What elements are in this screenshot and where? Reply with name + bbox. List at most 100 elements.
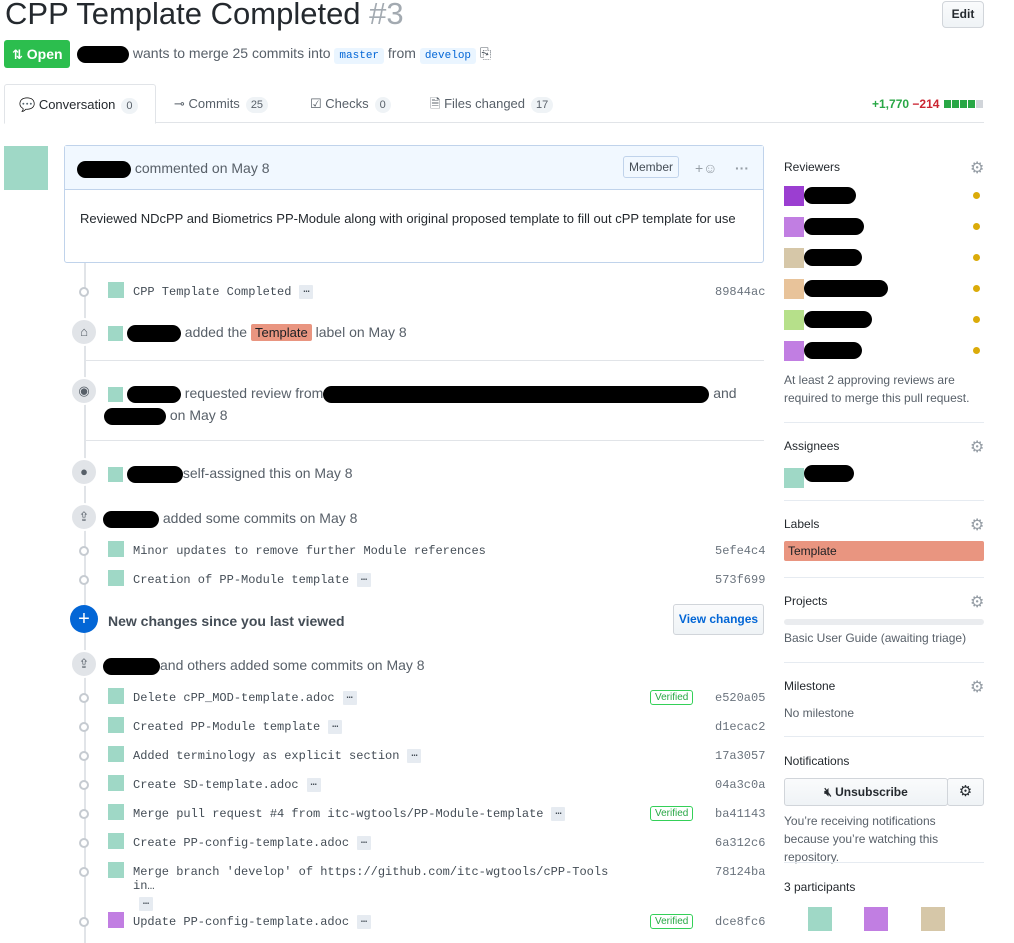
commit-avatar[interactable] <box>108 717 124 733</box>
commit-avatar[interactable] <box>108 804 124 820</box>
reviewer-avatar[interactable] <box>784 248 804 268</box>
commit-message-text[interactable]: Delete cPP_MOD-template.adoc <box>133 691 335 705</box>
expand-ellipsis[interactable]: … <box>306 778 321 792</box>
verified-badge[interactable]: Verified <box>650 914 694 929</box>
copy-icon[interactable]: ⎘ <box>480 45 491 61</box>
participant-avatar[interactable] <box>864 907 889 931</box>
expand-ellipsis[interactable]: … <box>357 573 372 587</box>
commit-message[interactable]: Minor updates to remove further Module r… <box>133 544 486 558</box>
commit-avatar[interactable] <box>108 282 124 298</box>
reviewer-avatar[interactable] <box>784 341 804 361</box>
commit-message[interactable]: Delete cPP_MOD-template.adoc … <box>133 691 357 705</box>
commit-avatar[interactable] <box>108 688 124 704</box>
reviewer-avatar[interactable] <box>784 186 804 206</box>
event-avatar[interactable] <box>108 325 123 341</box>
expand-ellipsis[interactable]: … <box>328 720 343 734</box>
reviewer-redacted[interactable] <box>804 311 872 328</box>
commenter-redacted[interactable] <box>77 160 131 178</box>
add-reaction-icon[interactable]: +☺ <box>695 146 717 190</box>
commit-sha[interactable]: e520a05 <box>715 691 765 705</box>
tab-files-changed[interactable]: 🗎 Files changed 17 <box>430 84 554 123</box>
commit-avatar[interactable] <box>108 570 124 586</box>
template-label[interactable]: Template <box>250 324 312 341</box>
commit-sha[interactable]: 6a312c6 <box>715 836 765 850</box>
reviewer-redacted[interactable] <box>804 249 862 266</box>
reviewers-redacted[interactable] <box>323 385 710 403</box>
reviewer-item[interactable] <box>784 184 984 206</box>
actor-redacted[interactable] <box>126 324 181 342</box>
reviewer-avatar[interactable] <box>784 217 804 237</box>
commit-avatar[interactable] <box>108 775 124 791</box>
expand-ellipsis[interactable]: … <box>357 915 372 929</box>
tab-checks[interactable]: ☑ Checks 0 <box>310 84 391 123</box>
commit-message-text[interactable]: CPP Template Completed <box>133 285 291 299</box>
expand-ellipsis[interactable]: … <box>357 836 372 850</box>
commit-message-text[interactable]: Update PP-config-template.adoc <box>133 915 349 929</box>
commit-avatar[interactable] <box>108 746 124 762</box>
commit-sha[interactable]: ba41143 <box>715 807 765 821</box>
gear-icon[interactable]: ⚙ <box>970 515 984 535</box>
commit-sha[interactable]: 17a3057 <box>715 749 765 763</box>
commit-sha[interactable]: 89844ac <box>715 285 765 299</box>
participant-avatar[interactable] <box>920 907 945 931</box>
tab-commits[interactable]: ⊸ Commits 25 <box>174 84 269 123</box>
commit-sha[interactable]: 04a3c0a <box>715 778 765 792</box>
notification-settings-gear-icon[interactable]: ⚙ <box>947 778 984 806</box>
commit-message-text[interactable]: Added terminology as explicit section <box>133 749 399 763</box>
actor-redacted[interactable] <box>103 510 159 528</box>
kebab-menu-icon[interactable]: ··· <box>735 146 749 190</box>
reviewer-item[interactable] <box>784 246 984 268</box>
event-avatar[interactable] <box>108 466 123 482</box>
participant-avatar[interactable] <box>807 907 832 931</box>
reviewer-redacted[interactable] <box>804 342 862 359</box>
expand-ellipsis[interactable]: … <box>139 897 154 911</box>
gear-icon[interactable]: ⚙ <box>970 592 984 612</box>
expand-ellipsis[interactable]: … <box>342 691 357 705</box>
commit-message[interactable]: Merge pull request #4 from itc-wgtools/P… <box>133 807 566 821</box>
reviewer-redacted[interactable] <box>804 280 888 297</box>
gear-icon[interactable]: ⚙ <box>970 677 984 697</box>
assignee-redacted[interactable] <box>804 465 854 482</box>
commit-message[interactable]: Creation of PP-Module template… <box>133 573 372 587</box>
base-branch[interactable]: master <box>334 48 385 64</box>
actor-redacted[interactable] <box>126 385 181 403</box>
commit-avatar[interactable] <box>108 833 124 849</box>
commit-message-text[interactable]: Created PP-Module template <box>133 720 320 734</box>
tab-conversation[interactable]: 💬 Conversation 0 <box>4 84 156 124</box>
author-redacted[interactable] <box>77 45 129 63</box>
head-branch[interactable]: develop <box>419 48 477 64</box>
reviewer-avatar[interactable] <box>784 310 804 330</box>
commit-message[interactable]: Create PP-config-template.adoc … <box>133 836 372 850</box>
comment-action[interactable]: commented on May 8 <box>135 160 270 176</box>
actor-redacted[interactable] <box>126 465 183 483</box>
reviewer-item[interactable] <box>784 215 984 237</box>
commit-message[interactable]: Added terminology as explicit section … <box>133 749 422 763</box>
commit-avatar[interactable] <box>108 541 124 557</box>
reviewer-redacted[interactable] <box>104 407 166 425</box>
commit-sha[interactable]: d1ecac2 <box>715 720 765 734</box>
edit-button[interactable]: Edit <box>942 1 984 28</box>
view-changes-button[interactable]: View changes <box>673 604 764 635</box>
commit-sha[interactable]: 78124ba <box>715 865 765 879</box>
commit-message-text[interactable]: Minor updates to remove further Module r… <box>133 544 486 558</box>
commit-message[interactable]: Merge branch 'develop' of https://github… <box>133 865 633 911</box>
commit-message[interactable]: Update PP-config-template.adoc … <box>133 915 372 929</box>
commit-message-text[interactable]: Create PP-config-template.adoc <box>133 836 349 850</box>
gear-icon[interactable]: ⚙ <box>970 437 984 457</box>
expand-ellipsis[interactable]: … <box>407 749 422 763</box>
commit-sha[interactable]: 573f699 <box>715 573 765 587</box>
commit-message-text[interactable]: Merge pull request #4 from itc-wgtools/P… <box>133 807 543 821</box>
gear-icon[interactable]: ⚙ <box>970 158 984 178</box>
reviewer-item[interactable] <box>784 339 984 361</box>
commit-sha[interactable]: 5efe4c4 <box>715 544 765 558</box>
unsubscribe-button[interactable]: 🔇︎ Unsubscribe <box>784 778 948 806</box>
commit-avatar[interactable] <box>108 862 124 878</box>
commit-message-text[interactable]: Create SD-template.adoc <box>133 778 299 792</box>
expand-ellipsis[interactable]: … <box>299 285 314 299</box>
commit-message[interactable]: Create SD-template.adoc … <box>133 778 321 792</box>
expand-ellipsis[interactable]: … <box>551 807 566 821</box>
commit-message[interactable]: Created PP-Module template … <box>133 720 343 734</box>
template-label[interactable]: Template <box>784 541 984 561</box>
commit-message[interactable]: CPP Template Completed … <box>133 285 314 299</box>
project-name[interactable]: Basic User Guide (awaiting triage) <box>784 629 966 647</box>
